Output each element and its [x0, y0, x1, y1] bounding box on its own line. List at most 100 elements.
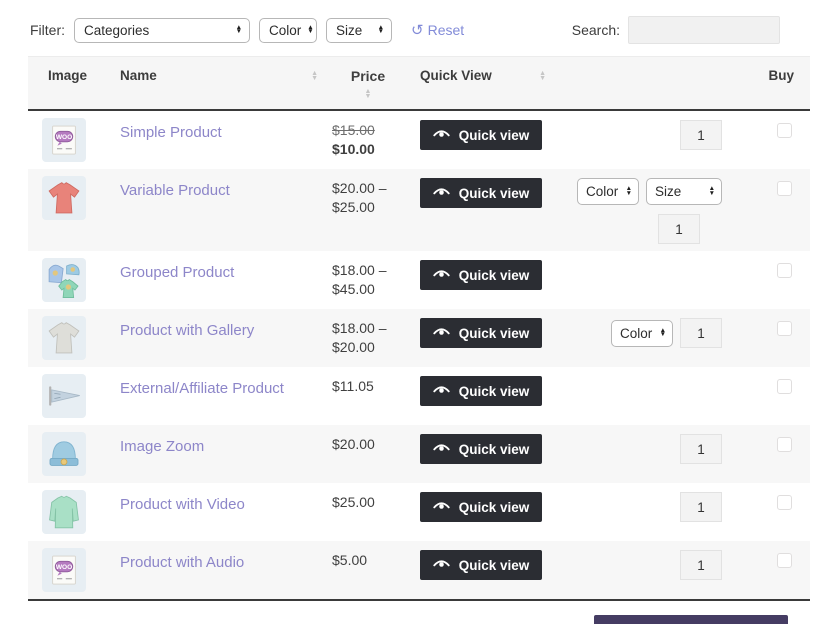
price-line: $10.00	[332, 141, 375, 157]
product-thumbnail[interactable]	[42, 374, 86, 418]
product-thumbnail[interactable]	[42, 258, 86, 302]
sort-icon[interactable]: ▲ ▼	[539, 70, 546, 82]
sort-icon[interactable]: ▲ ▼	[311, 70, 318, 82]
quantity-input[interactable]: 1	[658, 214, 700, 244]
product-name-link[interactable]: Image Zoom	[120, 432, 204, 455]
table-row: External/Affiliate Product $11.05 Quick …	[28, 367, 810, 425]
search-input[interactable]	[628, 16, 780, 44]
quantity-input[interactable]: 1	[680, 550, 722, 580]
price-line: $5.00	[332, 552, 368, 568]
select-stepper-icon: ▲ ▼	[708, 185, 715, 197]
product-price: $11.05	[328, 367, 410, 401]
buy-checkbox[interactable]	[777, 495, 792, 510]
buy-checkbox[interactable]	[777, 123, 792, 138]
price-line: $11.05	[332, 378, 374, 394]
product-thumbnail[interactable]: WOO	[42, 548, 86, 592]
column-header-name[interactable]: Name ▲ ▼	[116, 57, 328, 93]
table-row: Grouped Product $18.00 – $45.00 Quick vie…	[28, 251, 810, 309]
quantity-input[interactable]: 1	[680, 318, 722, 348]
product-name-link[interactable]: External/Affiliate Product	[120, 374, 284, 397]
price-line: $25.00	[332, 199, 375, 215]
product-thumbnail[interactable]	[42, 490, 86, 534]
product-table-page: Filter: Categories ▲ ▼ Color ▲ ▼ Size ▲ ▼ ↺…	[0, 0, 820, 624]
buy-checkbox[interactable]	[777, 321, 792, 336]
column-header-price[interactable]: Price ▲ ▼	[328, 57, 410, 109]
product-price: $5.00	[328, 541, 410, 575]
table-row: Variable Product $20.00 – $25.00 Quick vi…	[28, 169, 810, 251]
price-line: $18.00 –	[332, 262, 387, 278]
reset-icon: ↺	[411, 21, 424, 39]
table-row: WOO Product with Audio $5.00 Quick view …	[28, 541, 810, 599]
table-row: Image Zoom $20.00 Quick view 1	[28, 425, 810, 483]
quantity-input[interactable]: 1	[680, 492, 722, 522]
product-price: $25.00	[328, 483, 410, 517]
product-name-link[interactable]: Simple Product	[120, 118, 222, 141]
product-name-link[interactable]: Product with Video	[120, 490, 245, 513]
buy-checkbox[interactable]	[777, 553, 792, 568]
buy-checkbox[interactable]	[777, 263, 792, 278]
column-header-quick-view[interactable]: Quick View ▲ ▼	[410, 57, 560, 93]
buy-checkbox[interactable]	[777, 379, 792, 394]
table-header-row: Image Name ▲ ▼ Price ▲ ▼ Quick View ▲ ▼ Buy	[28, 57, 810, 111]
quick-view-button[interactable]: Quick view	[420, 260, 542, 290]
variations-cell	[560, 251, 738, 267]
buy-checkbox[interactable]	[777, 181, 792, 196]
product-thumbnail[interactable]: WOO	[42, 118, 86, 162]
variations-cell: Color ▲ ▼ 1	[560, 309, 738, 355]
products-table: Image Name ▲ ▼ Price ▲ ▼ Quick View ▲ ▼ Buy…	[28, 56, 810, 601]
quick-view-button[interactable]: Quick view	[420, 376, 542, 406]
quick-view-button[interactable]: Quick view	[420, 318, 542, 348]
product-name-link[interactable]: Grouped Product	[120, 258, 234, 281]
product-name-link[interactable]: Variable Product	[120, 176, 230, 199]
variations-cell: 1	[560, 541, 738, 587]
eye-icon	[433, 384, 450, 399]
eye-icon	[433, 326, 450, 341]
add-selected-button[interactable]: Add Selected To Cart	[594, 615, 788, 624]
filter-label: Filter:	[30, 22, 65, 38]
product-name-link[interactable]: Product with Audio	[120, 548, 244, 571]
quantity-input[interactable]: 1	[680, 120, 722, 150]
table-footer: Showing 1 to 8 of 17 products Add Select…	[28, 601, 810, 624]
quick-view-button[interactable]: Quick view	[420, 550, 542, 580]
product-thumbnail[interactable]	[42, 176, 86, 220]
variations-cell: 1	[560, 425, 738, 471]
filter-toolbar: Filter: Categories ▲ ▼ Color ▲ ▼ Size ▲ ▼ ↺…	[28, 12, 810, 56]
variation-color-select[interactable]: Color ▲ ▼	[577, 178, 639, 205]
column-header-buy: Buy	[768, 68, 794, 83]
product-thumbnail[interactable]	[42, 432, 86, 476]
buy-checkbox[interactable]	[777, 437, 792, 452]
select-stepper-icon: ▲ ▼	[625, 185, 632, 197]
eye-icon	[433, 128, 450, 143]
product-name-link[interactable]: Product with Gallery	[120, 316, 254, 339]
reset-label: Reset	[427, 22, 465, 38]
eye-icon	[433, 500, 450, 515]
column-header-image: Image	[48, 68, 88, 83]
variations-cell: Color ▲ ▼ Size ▲ ▼ 1	[560, 169, 738, 251]
variation-color-select[interactable]: Color ▲ ▼	[611, 319, 673, 347]
svg-text:WOO: WOO	[56, 564, 72, 571]
filter-categories-select[interactable]: Categories ▲ ▼	[74, 17, 250, 43]
price-line: $20.00	[332, 339, 375, 355]
table-row: Product with Video $25.00 Quick view 1	[28, 483, 810, 541]
reset-button[interactable]: ↺ Reset	[411, 22, 464, 38]
filter-color-select[interactable]: Color ▲ ▼	[259, 17, 317, 43]
eye-icon	[433, 558, 450, 573]
quick-view-button[interactable]: Quick view	[420, 120, 542, 150]
search-label: Search:	[571, 22, 620, 38]
select-stepper-icon: ▲ ▼	[377, 23, 384, 35]
quantity-input[interactable]: 1	[680, 434, 722, 464]
eye-icon	[433, 442, 450, 457]
select-stepper-icon: ▲ ▼	[659, 326, 666, 338]
sort-icon[interactable]: ▲ ▼	[365, 88, 372, 100]
product-thumbnail[interactable]	[42, 316, 86, 360]
quick-view-button[interactable]: Quick view	[420, 434, 542, 464]
product-price: $20.00	[328, 425, 410, 459]
select-stepper-icon: ▲ ▼	[307, 23, 314, 35]
variation-size-select[interactable]: Size ▲ ▼	[646, 178, 722, 205]
table-body: WOO Simple Product $15.00 $10.00 Quick vi…	[28, 111, 810, 599]
filter-size-select[interactable]: Size ▲ ▼	[326, 17, 392, 43]
price-line: $18.00 –	[332, 320, 387, 336]
quick-view-button[interactable]: Quick view	[420, 178, 542, 208]
price-line: $20.00 –	[332, 180, 387, 196]
quick-view-button[interactable]: Quick view	[420, 492, 542, 522]
